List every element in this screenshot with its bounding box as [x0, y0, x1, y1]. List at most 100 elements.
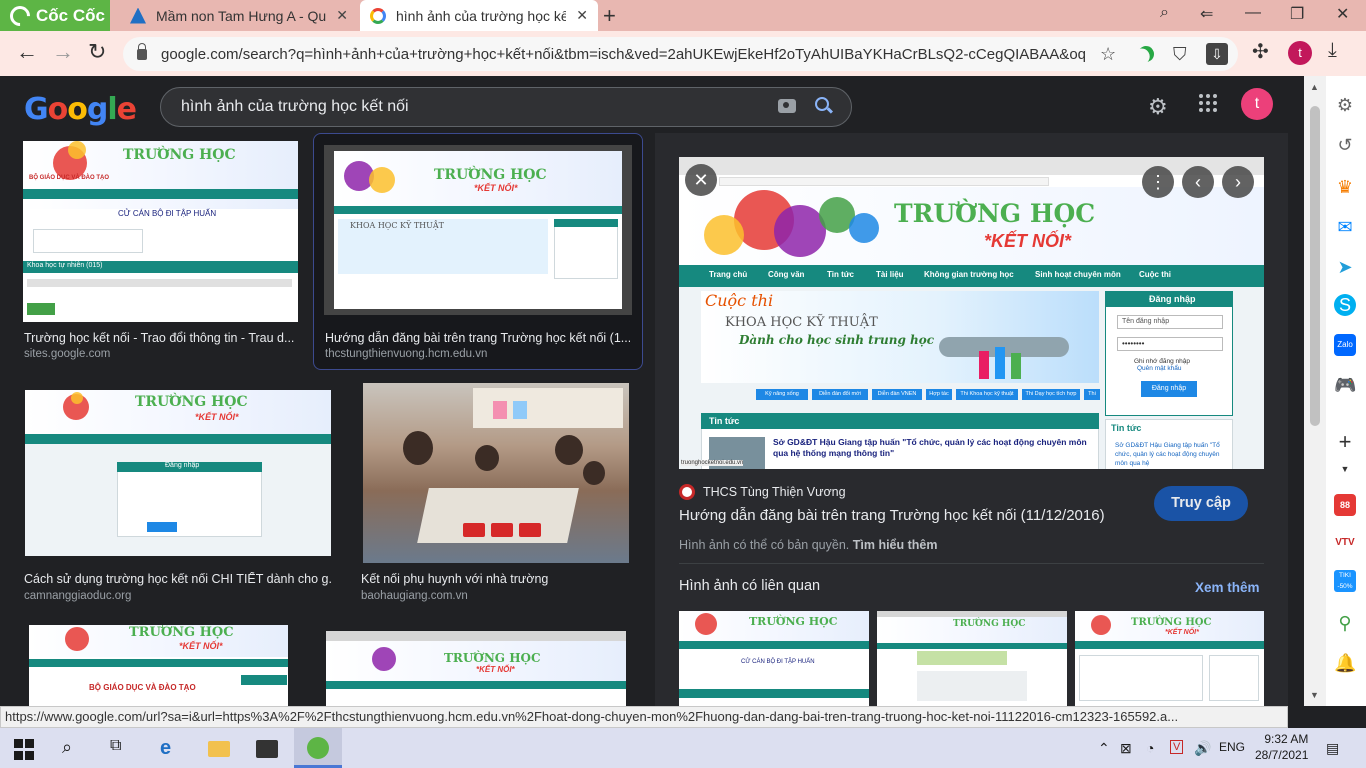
coccoc-taskbar-button[interactable] — [294, 728, 342, 768]
scroll-thumb[interactable] — [1310, 106, 1320, 426]
close-icon[interactable]: ✕ — [685, 164, 717, 196]
star-icon[interactable]: ☆ — [1100, 44, 1116, 65]
close-icon[interactable]: ✕ — [576, 7, 588, 24]
result-thumbnail[interactable]: TRƯỜNG HỌC *KẾT NỐI* KHOA HỌC KỸ THUẬT — [324, 145, 632, 315]
scroll-down-icon[interactable]: ▼ — [1310, 690, 1319, 700]
edge-icon[interactable]: e — [160, 737, 182, 759]
preview-image[interactable]: TRƯỜNG HỌC *KẾT NỐI* Trang chủ Công văn … — [679, 157, 1264, 469]
notification-bell-icon[interactable]: 🔔 — [1334, 652, 1356, 674]
search-icon[interactable]: ⌕ — [62, 737, 84, 759]
result-thumbnail[interactable]: TRƯỜNG HỌC *KẾT NỐI* Đăng nhập — [25, 390, 331, 556]
learn-more-link[interactable]: Tìm hiểu thêm — [853, 538, 938, 552]
result-source[interactable]: sites.google.com — [24, 348, 110, 360]
banner-title: Cuộc thi — [705, 291, 774, 310]
tab-google-images[interactable]: hình ảnh của trường học kết ✕ — [360, 0, 598, 31]
source-site[interactable]: THCS Tùng Thiện Vương — [679, 484, 846, 500]
related-thumbnail[interactable]: TRƯỜNG HỌC — [877, 611, 1067, 706]
clock[interactable]: 9:32 AM 28/7/2021 — [1255, 731, 1308, 763]
skype-icon[interactable]: S — [1334, 294, 1356, 316]
forward-button[interactable]: → — [52, 39, 74, 65]
download-page-icon[interactable]: ⇩ — [1206, 43, 1228, 65]
result-title[interactable]: Trường học kết nối - Trao đổi thông tin … — [24, 331, 296, 345]
google-account-avatar[interactable]: t — [1241, 88, 1273, 120]
restore-button[interactable]: ❐ — [1290, 4, 1304, 24]
see-more-link[interactable]: Xem thêm — [1195, 580, 1260, 595]
tab-title: hình ảnh của trường học kết — [396, 7, 566, 24]
result-photo[interactable] — [363, 383, 629, 563]
next-image-icon[interactable]: › — [1222, 166, 1254, 198]
result-thumbnail[interactable]: TRƯỜNG HỌC BỘ GIÁO DỤC VÀ ĐÀO TẠO CỬ CÁN… — [23, 141, 298, 322]
url-text[interactable]: google.com/search?q=hình+ảnh+của+trường+… — [161, 46, 1086, 63]
site-name[interactable]: THCS Tùng Thiện Vương — [703, 485, 846, 499]
coccoc-menu-button[interactable]: Cốc Cốc — [0, 0, 110, 31]
scroll-up-icon[interactable]: ▲ — [1310, 82, 1319, 92]
back-button[interactable]: ← — [16, 39, 38, 65]
back-history-icon[interactable]: ⇐ — [1200, 4, 1213, 24]
downloads-icon[interactable]: ⤓ — [1328, 39, 1337, 62]
preview-footer-url: truonghocketnoi.edu.vn — [681, 460, 744, 466]
reload-button[interactable]: ↻ — [88, 39, 106, 65]
address-bar[interactable]: google.com/search?q=hình+ảnh+của+trường+… — [123, 37, 1238, 71]
google-doodle-logo[interactable]: Google — [24, 92, 137, 127]
store-icon[interactable] — [256, 740, 278, 758]
visit-button[interactable]: Truy cập — [1154, 486, 1248, 521]
crown-icon[interactable]: ♛ — [1334, 176, 1356, 198]
search-icon[interactable] — [815, 97, 829, 111]
shield-icon[interactable]: ⛉ — [1173, 44, 1187, 65]
coccoc-logo-icon — [5, 1, 35, 30]
divider — [679, 563, 1264, 564]
volume-icon[interactable]: 🔊 — [1194, 740, 1211, 757]
file-explorer-icon[interactable] — [208, 741, 230, 757]
mail-badge[interactable]: 88 — [1334, 494, 1356, 516]
related-thumbnail[interactable]: TRƯỜNG HỌC CỬ CÁN BỘ ĐI TẬP HUẤN — [679, 611, 869, 706]
related-thumbnail[interactable]: TRƯỜNG HỌC *KẾT NỐI* — [1075, 611, 1264, 706]
telegram-icon[interactable]: ➤ — [1334, 256, 1356, 278]
add-sidebar-icon[interactable]: + — [1334, 431, 1356, 453]
result-source[interactable]: thcstungthienvuong.hcm.edu.vn — [325, 348, 487, 360]
messenger-icon[interactable]: ✉ — [1334, 216, 1356, 238]
result-thumbnail[interactable]: TRƯỜNG HỌC *KẾT NỐI* BỘ GIÁO DỤC VÀ ĐÀO … — [29, 625, 288, 706]
login-title: Đăng nhập — [1149, 294, 1196, 304]
search-input[interactable]: hình ảnh của trường học kết nối — [181, 98, 409, 116]
settings-icon[interactable]: ⚙ — [1334, 94, 1356, 116]
result-title[interactable]: Kết nối phụ huynh với nhà trường — [361, 572, 629, 586]
more-options-icon[interactable]: ⋮ — [1142, 166, 1174, 198]
tiki-badge[interactable]: TIKI -50% — [1334, 570, 1356, 592]
logo-letter: e — [116, 92, 137, 127]
game-icon[interactable]: 🎮 — [1334, 374, 1356, 396]
extensions-icon[interactable]: ✣ — [1252, 39, 1269, 64]
pin-icon[interactable]: ⚲ — [1334, 612, 1356, 634]
profile-avatar[interactable]: t — [1288, 41, 1312, 65]
history-icon[interactable]: ↺ — [1334, 134, 1356, 156]
chevron-down-icon[interactable]: ▼ — [1334, 458, 1356, 480]
page-scrollbar[interactable]: ▲ ▼ — [1304, 76, 1326, 706]
new-tab-button[interactable]: + — [603, 3, 616, 29]
network-icon[interactable]: ⊠ — [1120, 740, 1132, 757]
tab-mam-non[interactable]: Mầm non Tam Hưng A - Quả ✕ — [120, 0, 358, 31]
vtv-go-icon[interactable]: VTV — [1334, 532, 1356, 554]
result-source[interactable]: camnanggiaoduc.org — [24, 590, 131, 602]
tab-search-icon[interactable]: ⌕ — [1160, 4, 1169, 22]
wifi-icon[interactable]: ◔ — [1146, 740, 1154, 756]
close-icon[interactable]: ✕ — [336, 7, 348, 24]
result-title[interactable]: Cách sử dụng trường học kết nối CHI TIẾT… — [24, 572, 331, 586]
result-thumbnail[interactable]: TRƯỜNG HỌC *KẾT NỐI* — [326, 631, 626, 706]
prev-image-icon[interactable]: ‹ — [1182, 166, 1214, 198]
zalo-icon[interactable]: Zalo — [1334, 334, 1356, 356]
result-source[interactable]: baohaugiang.com.vn — [361, 590, 468, 602]
unikey-icon[interactable]: V — [1170, 740, 1184, 754]
language-indicator[interactable]: ENG — [1219, 740, 1245, 754]
window-close-button[interactable]: ✕ — [1336, 4, 1349, 24]
tray-expand-icon[interactable]: ⌃ — [1098, 740, 1110, 757]
camera-icon[interactable] — [778, 99, 796, 113]
windows-start-icon[interactable] — [14, 739, 36, 761]
search-box[interactable]: hình ảnh của trường học kết nối — [160, 87, 852, 127]
preview-title[interactable]: Hướng dẫn đăng bài trên trang Trường học… — [679, 507, 1105, 524]
task-view-icon[interactable]: ⧉ — [110, 737, 132, 759]
gear-icon[interactable]: ⚙ — [1148, 94, 1168, 120]
apps-grid-icon[interactable] — [1199, 94, 1217, 112]
minimize-button[interactable]: — — [1245, 4, 1261, 22]
dark-mode-icon[interactable] — [1138, 46, 1154, 62]
action-center-icon[interactable]: ▤ — [1326, 740, 1339, 757]
result-title[interactable]: Hướng dẫn đăng bài trên trang Trường học… — [325, 331, 630, 345]
